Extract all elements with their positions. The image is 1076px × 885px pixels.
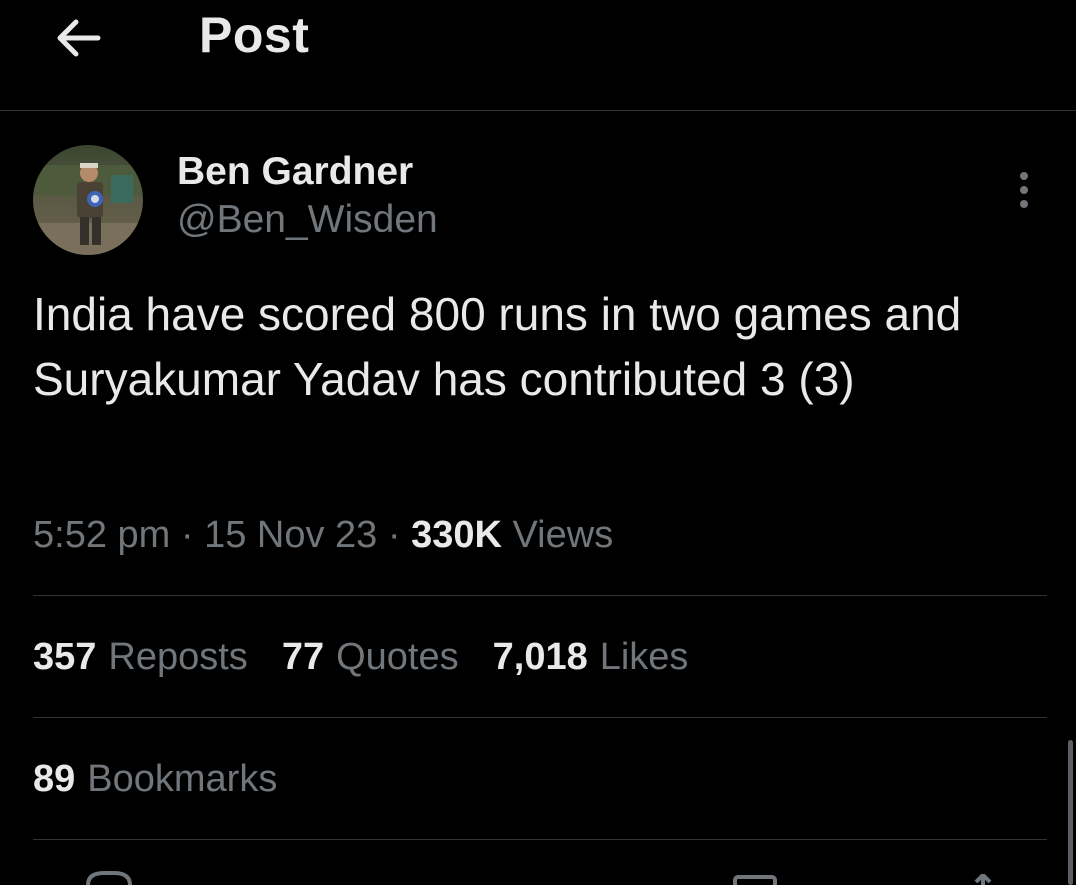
top-bar: Post <box>0 0 1076 111</box>
engagement-stats: 357 Reposts 77 Quotes 7,018 Likes <box>33 636 688 679</box>
quotes-stat[interactable]: 77 Quotes <box>282 636 459 679</box>
bookmarks-label: Bookmarks <box>87 758 278 800</box>
arrow-left-icon <box>57 19 101 57</box>
meta-separator: · <box>387 514 401 556</box>
author-handle[interactable]: @Ben_Wisden <box>177 198 438 242</box>
tweet-date[interactable]: 15 Nov 23 <box>204 514 377 556</box>
tweet-meta: 5:52 pm · 15 Nov 23 · 330K Views <box>33 514 613 557</box>
divider <box>33 717 1047 718</box>
action-bar <box>0 870 1076 885</box>
scrollbar[interactable] <box>1068 740 1073 885</box>
divider <box>33 595 1047 596</box>
likes-count: 7,018 <box>492 636 588 678</box>
more-options-button[interactable] <box>1000 166 1048 214</box>
reposts-label: Reposts <box>108 636 248 678</box>
views-label: Views <box>512 514 614 556</box>
bookmarks-stat[interactable]: 89 Bookmarks <box>33 758 277 801</box>
back-button[interactable] <box>48 10 108 66</box>
reposts-stat[interactable]: 357 Reposts <box>33 636 248 679</box>
reposts-count: 357 <box>33 636 97 678</box>
likes-label: Likes <box>599 636 689 678</box>
views-count: 330K <box>411 514 502 556</box>
author-name[interactable]: Ben Gardner <box>177 150 413 194</box>
tweet-time[interactable]: 5:52 pm <box>33 514 170 556</box>
quotes-label: Quotes <box>336 636 459 678</box>
share-icon[interactable] <box>968 874 998 885</box>
avatar[interactable] <box>33 145 143 255</box>
likes-stat[interactable]: 7,018 Likes <box>493 636 689 679</box>
avatar-photo <box>33 145 143 255</box>
reply-icon[interactable] <box>84 870 134 885</box>
quotes-count: 77 <box>281 636 325 678</box>
more-vertical-icon <box>1020 172 1028 208</box>
meta-separator: · <box>180 514 194 556</box>
bookmark-icon[interactable] <box>732 874 778 885</box>
page-title: Post <box>199 7 310 63</box>
tweet-text: India have scored 800 runs in two games … <box>33 288 962 405</box>
divider <box>33 839 1047 840</box>
bookmarks-count: 89 <box>33 758 76 800</box>
